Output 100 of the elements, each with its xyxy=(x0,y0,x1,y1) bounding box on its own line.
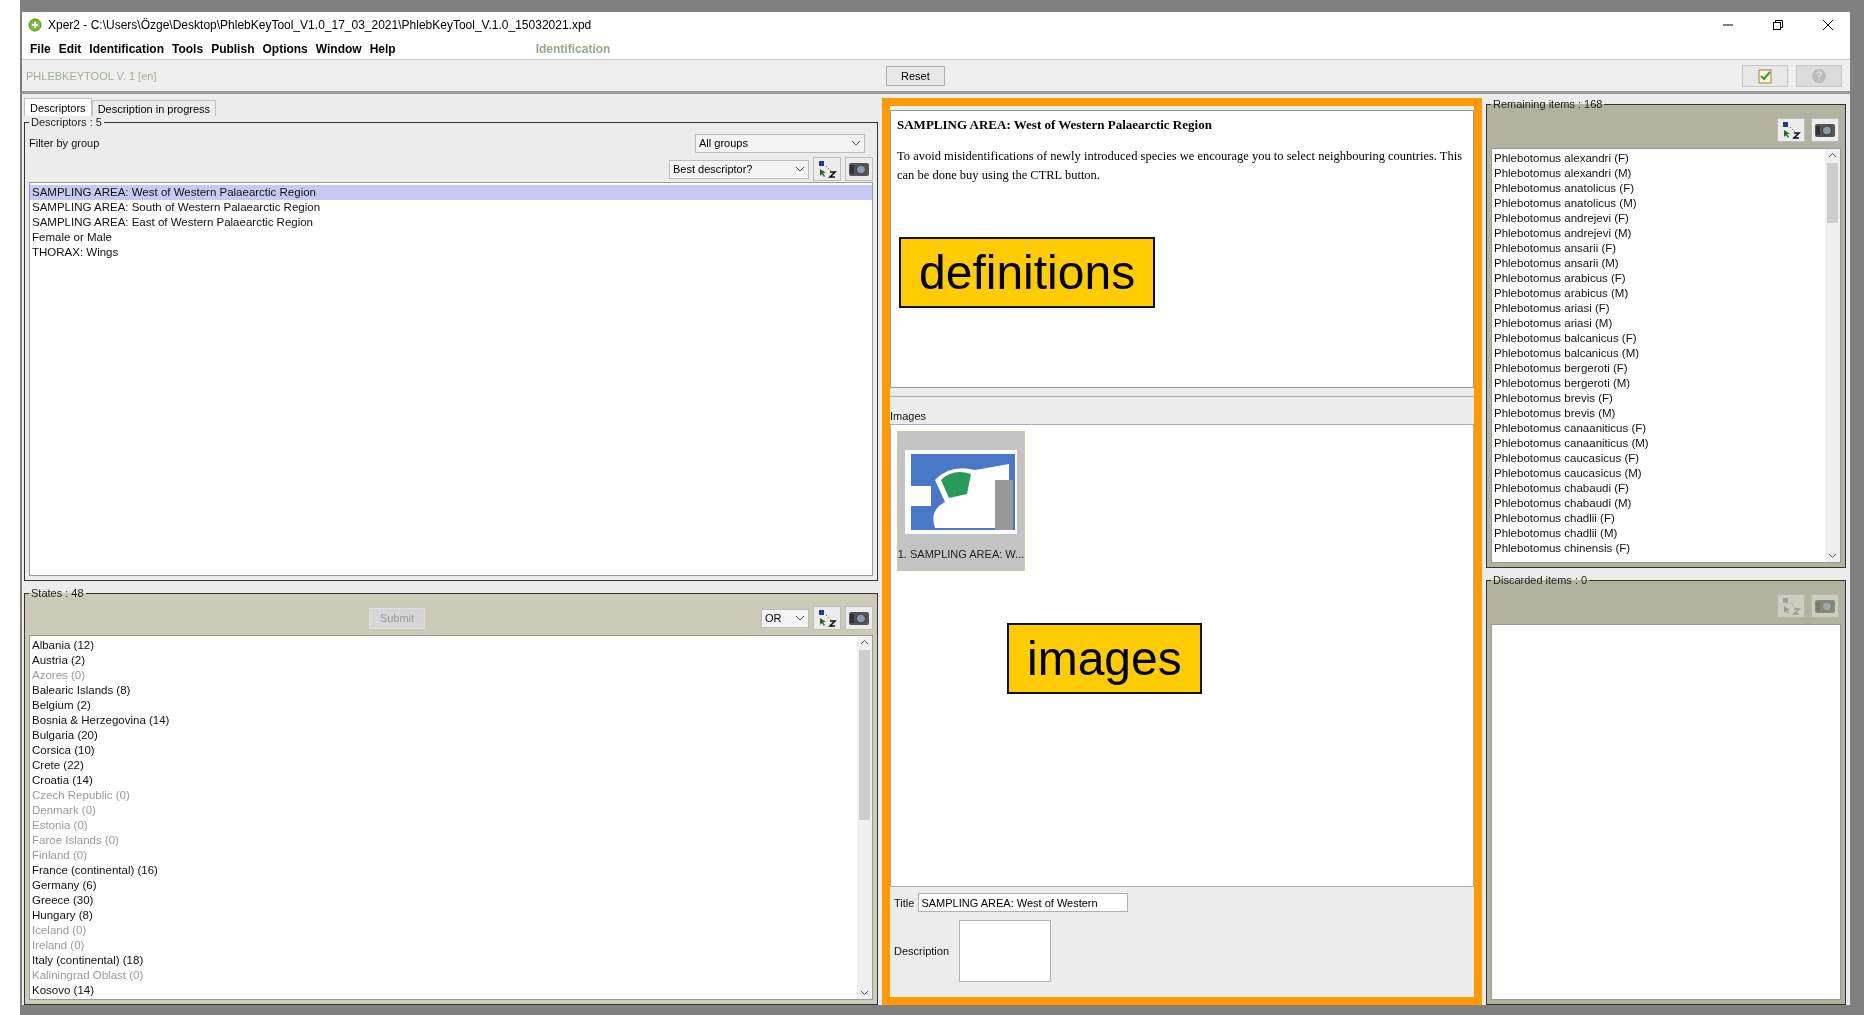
camera-icon xyxy=(848,161,870,177)
taxon-item[interactable]: Phlebotomus chadlii (F) xyxy=(1492,511,1825,526)
scroll-down-icon[interactable] xyxy=(1828,553,1837,559)
taxon-item[interactable]: Phlebotomus brevis (M) xyxy=(1492,406,1825,421)
scrollbar[interactable] xyxy=(857,636,872,999)
scroll-up-icon[interactable] xyxy=(1828,152,1837,158)
close-icon xyxy=(1822,19,1834,31)
panel-title: States : 48 xyxy=(30,587,85,599)
state-item[interactable]: Crete (22) xyxy=(30,758,857,773)
taxon-item[interactable]: Phlebotomus andrejevi (M) xyxy=(1492,226,1825,241)
taxon-item[interactable]: Phlebotomus caucasicus (F) xyxy=(1492,451,1825,466)
annotation-label: definitions xyxy=(899,237,1156,308)
sort-icon xyxy=(817,160,837,178)
taxon-item[interactable]: Phlebotomus bergeroti (M) xyxy=(1492,376,1825,391)
definition-title: SAMPLING AREA: West of Western Palaearctic Region xyxy=(897,117,1213,133)
menu-item[interactable]: File xyxy=(26,41,55,56)
scroll-down-icon[interactable] xyxy=(860,990,869,996)
taxon-item[interactable]: Phlebotomus ansarii (M) xyxy=(1492,256,1825,271)
sort-dropdown[interactable]: Best descriptor? xyxy=(669,159,809,179)
tab[interactable]: Description in progress xyxy=(91,100,217,116)
state-item[interactable]: Albania (12) xyxy=(30,638,857,653)
scrollbar-thumb[interactable] xyxy=(859,650,870,820)
menu-item[interactable]: Publish xyxy=(207,41,259,56)
state-item[interactable]: France (continental) (16) xyxy=(30,863,857,878)
state-item[interactable]: Bulgaria (20) xyxy=(30,728,857,743)
menu-item[interactable]: Edit xyxy=(54,41,86,56)
checklist-icon xyxy=(1757,67,1773,84)
taxon-item[interactable]: Phlebotomus brevis (F) xyxy=(1492,391,1825,406)
taxon-item[interactable]: Phlebotomus andrejevi (F) xyxy=(1492,211,1825,226)
group-dropdown[interactable]: All groups xyxy=(695,133,865,153)
state-item[interactable]: Belgium (2) xyxy=(30,698,857,713)
checklist-button[interactable] xyxy=(1742,64,1788,87)
reset-button[interactable]: Reset xyxy=(886,65,945,86)
taxon-item[interactable]: Phlebotomus caucasicus (M) xyxy=(1492,466,1825,481)
restore-icon xyxy=(1772,19,1784,31)
taxon-item[interactable]: Phlebotomus canaaniticus (F) xyxy=(1492,421,1825,436)
dropdown-caret-icon xyxy=(795,166,805,172)
image-button[interactable] xyxy=(845,606,873,630)
title-field[interactable]: SAMPLING AREA: West of Western xyxy=(918,893,1129,912)
state-item[interactable]: Hungary (8) xyxy=(30,908,857,923)
description-label: Description xyxy=(894,945,950,957)
perspective-label: Identification xyxy=(535,41,611,56)
descriptor-item[interactable]: THORAX: Wings xyxy=(30,245,872,260)
menu-item[interactable]: Tools xyxy=(168,41,208,56)
menu-item[interactable]: Window xyxy=(311,41,366,56)
state-item[interactable]: Italy (continental) (18) xyxy=(30,953,857,968)
scrollbar[interactable] xyxy=(1825,149,1840,562)
descriptor-item[interactable]: SAMPLING AREA: East of Western Palaearctic Region xyxy=(30,215,872,230)
taxon-item[interactable]: Phlebotomus balcanicus (M) xyxy=(1492,346,1825,361)
sort-button[interactable] xyxy=(813,606,841,630)
sort-icon xyxy=(1781,597,1801,615)
menu-item[interactable]: Options xyxy=(258,41,312,56)
taxon-item[interactable]: Phlebotomus alexandri (M) xyxy=(1492,166,1825,181)
taxon-item[interactable]: Phlebotomus arabicus (F) xyxy=(1492,271,1825,286)
taxon-item[interactable]: Phlebotomus ariasi (M) xyxy=(1492,316,1825,331)
description-field[interactable] xyxy=(959,920,1052,982)
taxon-item[interactable]: Phlebotomus anatolicus (M) xyxy=(1492,196,1825,211)
camera-icon xyxy=(1814,598,1836,614)
panel-title: Images xyxy=(890,410,927,422)
state-item[interactable]: Germany (6) xyxy=(30,878,857,893)
taxon-item[interactable]: Phlebotomus chabaudi (M) xyxy=(1492,496,1825,511)
menu-item[interactable]: Identification xyxy=(85,41,168,56)
taxon-item[interactable]: Phlebotomus bergeroti (F) xyxy=(1492,361,1825,376)
project-label: PHLEBKEYTOOL V. 1 [en] xyxy=(26,69,158,82)
taxon-item[interactable]: Phlebotomus chinensis (F) xyxy=(1492,541,1825,556)
panel-title: Discarded items : 0 xyxy=(1492,574,1589,586)
taxon-item[interactable]: Phlebotomus ariasi (F) xyxy=(1492,301,1825,316)
state-item[interactable]: Balearic Islands (8) xyxy=(30,683,857,698)
operator-dropdown[interactable]: OR xyxy=(761,608,809,628)
image-button[interactable] xyxy=(1811,118,1839,142)
state-item[interactable]: Bosnia & Herzegovina (14) xyxy=(30,713,857,728)
scroll-up-icon[interactable] xyxy=(860,639,869,645)
taxon-item[interactable]: Phlebotomus chadlii (M) xyxy=(1492,526,1825,541)
image-thumbnail[interactable]: 1. SAMPLING AREA: W... xyxy=(897,431,1025,571)
menu-item[interactable]: Help xyxy=(365,41,400,56)
descriptor-item[interactable]: SAMPLING AREA: South of Western Palaearctic Region xyxy=(30,200,872,215)
sort-button[interactable] xyxy=(813,157,841,181)
camera-icon xyxy=(1814,122,1836,138)
taxon-item[interactable]: Phlebotomus balcanicus (F) xyxy=(1492,331,1825,346)
taxon-item[interactable]: Phlebotomus canaaniticus (M) xyxy=(1492,436,1825,451)
state-item[interactable]: Austria (2) xyxy=(30,653,857,668)
state-item[interactable]: Greece (30) xyxy=(30,893,857,908)
tab[interactable]: Descriptors xyxy=(24,98,92,116)
state-item[interactable]: Croatia (14) xyxy=(30,773,857,788)
dropdown-caret-icon xyxy=(795,615,805,621)
descriptor-item[interactable]: Female or Male xyxy=(30,230,872,245)
taxon-item[interactable]: Phlebotomus ansarii (F) xyxy=(1492,241,1825,256)
taxon-item[interactable]: Phlebotomus alexandri (F) xyxy=(1492,151,1825,166)
taxon-item[interactable]: Phlebotomus anatolicus (F) xyxy=(1492,181,1825,196)
state-item[interactable]: Corsica (10) xyxy=(30,743,857,758)
window-title: Xper2 - C:\Users\Özge\Desktop\PhlebKeyTool_V1.0_17_03_2021\PhlebKeyTool_V.1.0_15032021.xpd xyxy=(48,18,593,32)
descriptor-item[interactable]: SAMPLING AREA: West of Western Palaearctic Region xyxy=(30,185,872,200)
sort-button[interactable] xyxy=(1777,118,1805,142)
scrollbar-thumb[interactable] xyxy=(1827,163,1838,223)
image-button[interactable] xyxy=(845,157,873,181)
sort-icon xyxy=(817,609,837,627)
taxon-item[interactable]: Phlebotomus arabicus (M) xyxy=(1492,286,1825,301)
taxon-item[interactable]: Phlebotomus chabaudi (F) xyxy=(1492,481,1825,496)
state-item[interactable]: Kosovo (14) xyxy=(30,983,857,998)
panel-title: Descriptors : 5 xyxy=(30,116,103,128)
